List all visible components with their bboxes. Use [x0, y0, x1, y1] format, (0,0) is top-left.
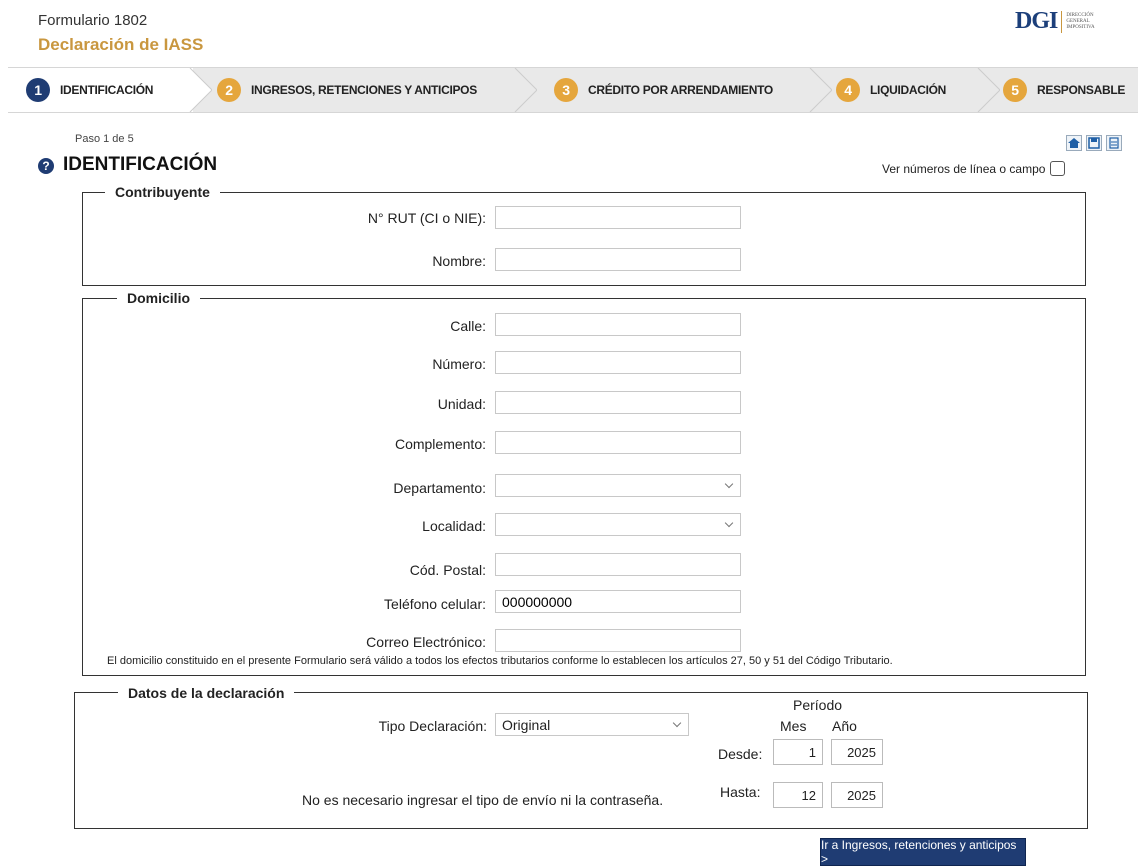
toolbar [1066, 135, 1122, 151]
print-icon[interactable] [1106, 135, 1122, 151]
telefono-input[interactable] [495, 590, 741, 613]
rut-input[interactable] [495, 206, 741, 229]
desde-anio-input[interactable]: 2025 [831, 739, 883, 765]
step-identificacion[interactable]: 1 IDENTIFICACIÓN [26, 68, 153, 112]
numero-input[interactable] [495, 351, 741, 374]
step-credito[interactable]: 3 CRÉDITO POR ARRENDAMIENTO [554, 68, 773, 112]
logo-sub-line: DIRECCIÓN [1066, 12, 1094, 18]
step-number: 1 [26, 78, 50, 102]
ver-numeros-label: Ver números de línea o campo [882, 161, 1046, 176]
help-icon[interactable]: ? [38, 158, 54, 174]
localidad-label: Localidad: [422, 518, 486, 534]
home-icon[interactable] [1066, 135, 1082, 151]
step-number: 2 [217, 78, 241, 102]
correo-input[interactable] [495, 629, 741, 652]
step-responsable[interactable]: 5 RESPONSABLE [1003, 68, 1125, 112]
ver-numeros-checkbox[interactable] [1050, 161, 1066, 176]
step-label: CRÉDITO POR ARRENDAMIENTO [588, 83, 773, 97]
step-liquidacion[interactable]: 4 LIQUIDACIÓN [836, 68, 946, 112]
tipo-label: Tipo Declaración: [378, 718, 487, 734]
telefono-label: Teléfono celular: [384, 596, 486, 612]
ver-numeros-toggle[interactable]: Ver números de línea o campo [882, 161, 1066, 176]
hasta-anio-input[interactable]: 2025 [831, 782, 883, 808]
logo-subtitle: DIRECCIÓN GENERAL IMPOSITIVA [1066, 13, 1094, 31]
next-step-button[interactable]: Ir a Ingresos, retenciones y anticipos > [820, 838, 1026, 866]
correo-label: Correo Electrónico: [366, 634, 486, 650]
step-label: INGRESOS, RETENCIONES Y ANTICIPOS [251, 83, 477, 97]
form-number: Formulario 1802 [38, 12, 148, 29]
form-title: Declaración de IASS [38, 35, 204, 54]
step-label: IDENTIFICACIÓN [60, 83, 154, 97]
complemento-input[interactable] [495, 431, 741, 454]
unidad-input[interactable] [495, 391, 741, 414]
domicilio-note: El domicilio constituido en el presente … [107, 655, 893, 667]
logo-text: DGI [1015, 8, 1058, 34]
departamento-label: Departamento: [393, 480, 486, 496]
complemento-label: Complemento: [394, 436, 486, 452]
numero-label: Número: [432, 356, 486, 372]
hasta-label: Hasta: [720, 784, 761, 800]
postal-label: Cód. Postal: [409, 562, 486, 578]
declaracion-legend: Datos de la declaración [118, 685, 295, 701]
logo-sub-line: GENERAL [1066, 18, 1090, 24]
step-label: RESPONSABLE [1037, 83, 1126, 97]
declaracion-note: No es necesario ingresar el tipo de enví… [302, 792, 664, 808]
save-icon[interactable] [1086, 135, 1102, 151]
section-title: IDENTIFICACIÓN [63, 154, 218, 175]
periodo-label: Período [793, 697, 843, 713]
steps-bar: 1 IDENTIFICACIÓN 2 INGRESOS, RETENCIONES… [8, 67, 1138, 113]
logo-sub-line: IMPOSITIVA [1066, 24, 1095, 30]
step-number: 4 [836, 78, 860, 102]
nombre-label: Nombre: [432, 253, 486, 269]
postal-input[interactable] [495, 553, 741, 576]
localidad-select[interactable] [495, 513, 741, 536]
nombre-input[interactable] [495, 248, 741, 271]
desde-mes-input[interactable]: 1 [773, 739, 823, 765]
departamento-select[interactable] [495, 474, 741, 497]
step-number: 5 [1003, 78, 1027, 102]
step-ingresos[interactable]: 2 INGRESOS, RETENCIONES Y ANTICIPOS [217, 68, 477, 112]
step-counter: Paso 1 de 5 [75, 133, 134, 145]
rut-label: N° RUT (CI o NIE): [367, 210, 486, 226]
step-label: LIQUIDACIÓN [870, 83, 947, 97]
unidad-label: Unidad: [437, 396, 486, 412]
mes-label: Mes [780, 718, 807, 734]
tipo-select[interactable]: Original [495, 713, 689, 736]
calle-input[interactable] [495, 313, 741, 336]
anio-label: Año [832, 718, 857, 734]
dgi-logo: DGI DIRECCIÓN GENERAL IMPOSITIVA [1015, 8, 1095, 35]
contribuyente-legend: Contribuyente [105, 184, 220, 200]
desde-label: Desde: [718, 746, 763, 762]
calle-label: Calle: [450, 318, 486, 334]
hasta-mes-input[interactable]: 12 [773, 782, 823, 808]
step-number: 3 [554, 78, 578, 102]
domicilio-legend: Domicilio [117, 290, 201, 306]
